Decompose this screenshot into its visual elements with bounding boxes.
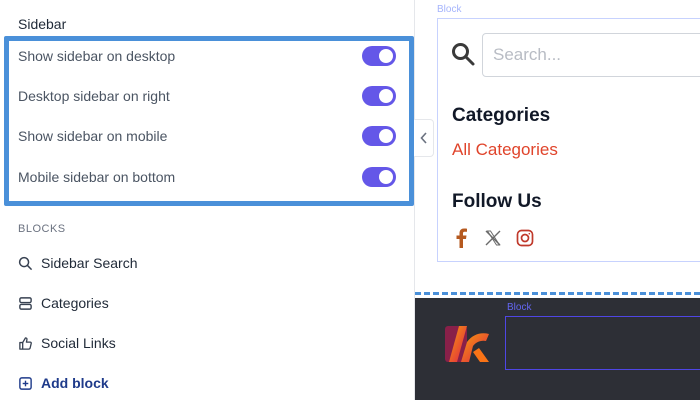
mobile-bottom-toggle[interactable] [362,167,396,187]
categories-heading: Categories [452,105,551,126]
show-mobile-toggle[interactable] [362,126,396,146]
add-block-button[interactable]: Add block [18,372,109,394]
search-icon [450,41,476,72]
toggle-knob [379,129,393,143]
toggle-label: Show sidebar on mobile [18,128,168,144]
section-title: Sidebar [18,16,67,32]
footer-preview: Block [415,298,700,400]
section-divider [415,292,700,295]
toggle-row-show-mobile: Show sidebar on mobile [18,124,396,148]
blocks-heading: BLOCKS [18,223,66,235]
block-item-label: Social Links [41,335,116,351]
show-desktop-toggle[interactable] [362,46,396,66]
preview-pane: Block Categories All Categories Follow U… [415,0,700,400]
thumbs-up-icon [19,336,32,350]
facebook-icon[interactable] [450,227,472,249]
plus-square-icon [19,376,32,390]
toggle-label: Mobile sidebar on bottom [18,169,176,185]
toggle-knob [379,170,393,184]
block-item-label: Categories [41,295,109,311]
chevron-left-icon [419,132,427,144]
block-item-social-links[interactable]: Social Links [18,332,116,354]
toggle-knob [379,49,393,63]
block-tag: Block [437,4,462,15]
block-item-label: Sidebar Search [41,255,138,271]
footer-block[interactable] [505,316,700,370]
block-item-categories[interactable]: Categories [18,292,109,314]
stack-icon [19,296,32,310]
social-icons [450,227,536,249]
toggle-row-desktop-right: Desktop sidebar on right [18,84,396,108]
block-item-sidebar-search[interactable]: Sidebar Search [18,252,138,274]
all-categories-link[interactable]: All Categories [452,140,558,160]
add-block-label: Add block [41,375,109,391]
logo [445,326,489,362]
search-input[interactable] [482,33,700,77]
toggle-row-mobile-bottom: Mobile sidebar on bottom [18,165,396,189]
search-icon [18,256,33,270]
toggle-knob [379,89,393,103]
toggle-row-show-desktop: Show sidebar on desktop [18,44,396,68]
settings-panel: Sidebar Show sidebar on desktop Desktop … [0,0,415,400]
footer-block-tag: Block [507,302,532,313]
toggle-label: Show sidebar on desktop [18,48,176,64]
x-icon[interactable] [482,227,504,249]
toggle-label: Desktop sidebar on right [18,88,170,104]
collapse-panel-button[interactable] [414,119,434,157]
follow-heading: Follow Us [452,191,542,212]
desktop-right-toggle[interactable] [362,86,396,106]
sidebar-preview-block[interactable]: Categories All Categories Follow Us [437,18,700,262]
instagram-icon[interactable] [514,227,536,249]
